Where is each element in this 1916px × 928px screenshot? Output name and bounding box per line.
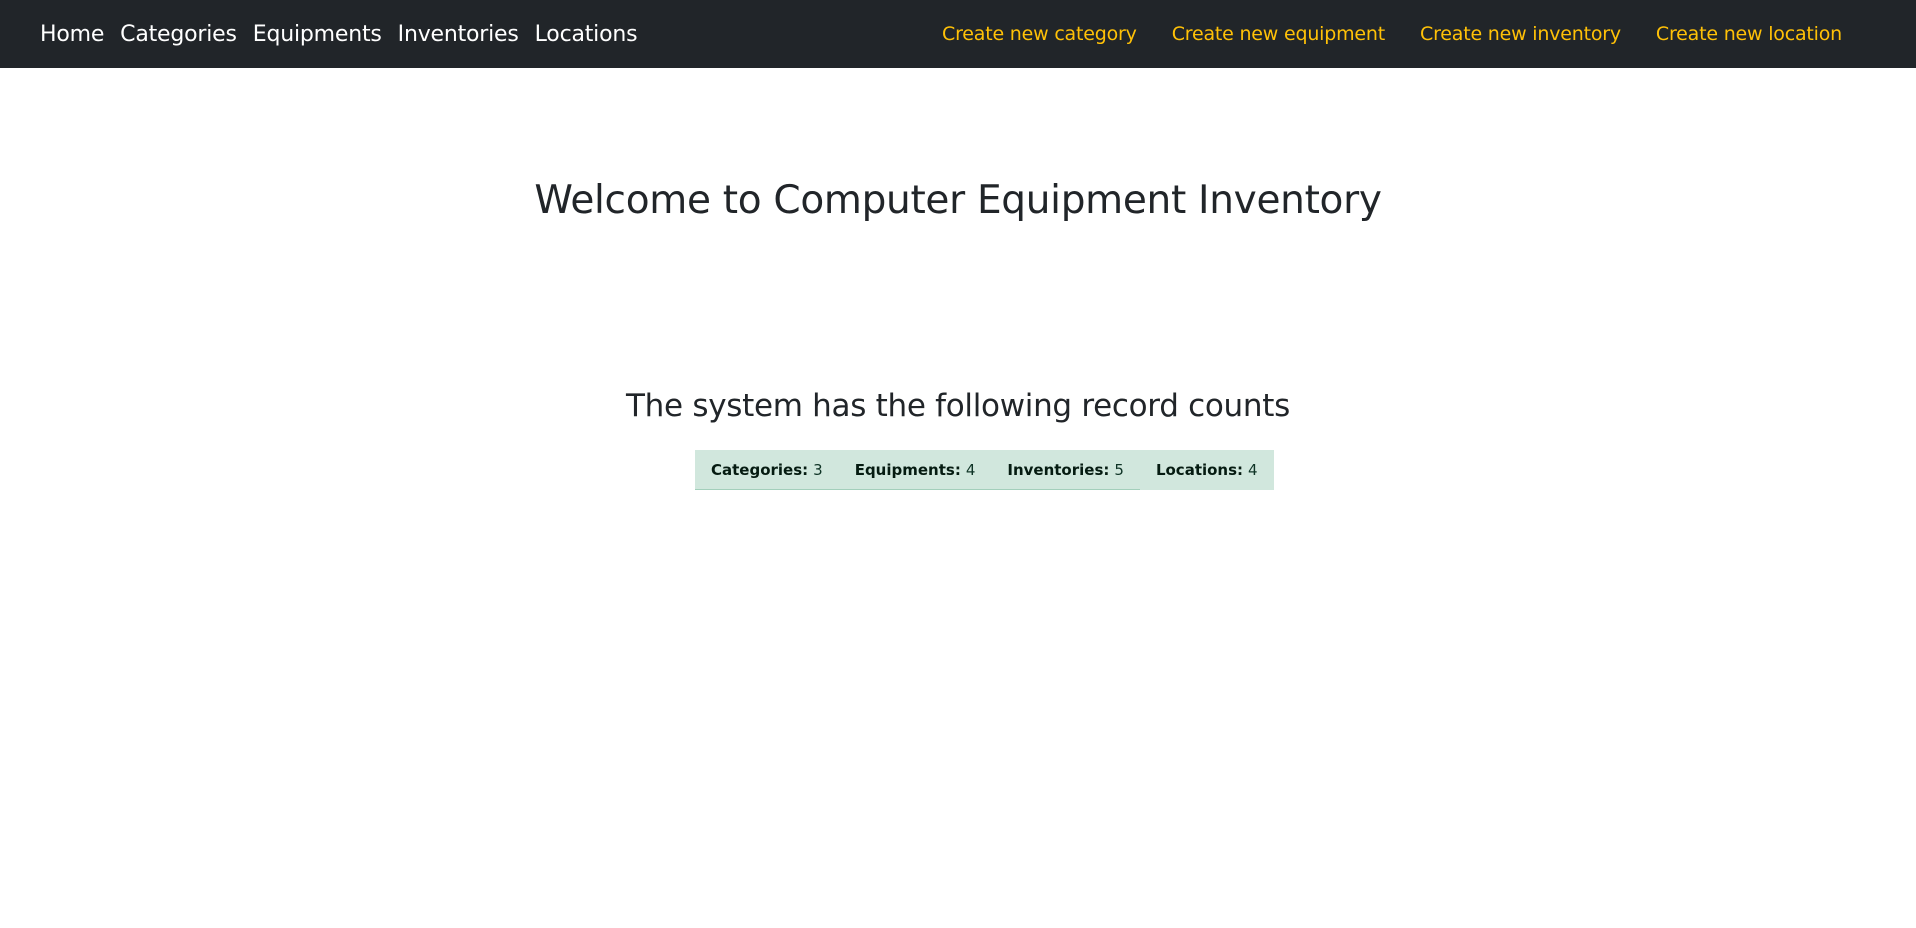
nav-categories-link[interactable]: Categories [120,22,237,47]
count-value: 4 [965,460,976,479]
record-counts-list: Categories: 3 Equipments: 4 Inventories:… [695,450,1274,490]
create-inventory-link[interactable]: Create new inventory [1420,23,1621,45]
count-item-locations: Locations: 4 [1139,450,1274,490]
create-nav-links: Create new category Create new equipment… [907,0,1842,68]
create-category-link[interactable]: Create new category [942,23,1137,45]
nav-equipments-link[interactable]: Equipments [253,22,382,47]
count-value: 5 [1114,460,1124,479]
nav-inventories-link[interactable]: Inventories [398,22,519,47]
page-title: Welcome to Computer Equipment Inventory [534,178,1382,223]
count-item-categories: Categories: 3 [695,450,839,490]
count-item-inventories: Inventories: 5 [991,450,1140,490]
top-navbar: Home Categories Equipments Inventories L… [0,0,1916,68]
count-label: Categories: [711,460,809,479]
count-label: Locations: [1155,461,1244,479]
create-equipment-link[interactable]: Create new equipment [1172,23,1386,45]
count-label: Inventories: [1007,460,1110,479]
count-label: Equipments: [854,460,961,479]
main-nav-links: Home Categories Equipments Inventories L… [40,0,653,68]
record-counts-heading: The system has the following record coun… [626,388,1290,424]
count-value: 3 [813,460,823,479]
nav-locations-link[interactable]: Locations [535,22,638,47]
count-value: 4 [1248,461,1258,479]
nav-home-link[interactable]: Home [40,22,104,47]
create-location-link[interactable]: Create new location [1656,23,1842,45]
count-item-equipments: Equipments: 4 [838,450,992,490]
